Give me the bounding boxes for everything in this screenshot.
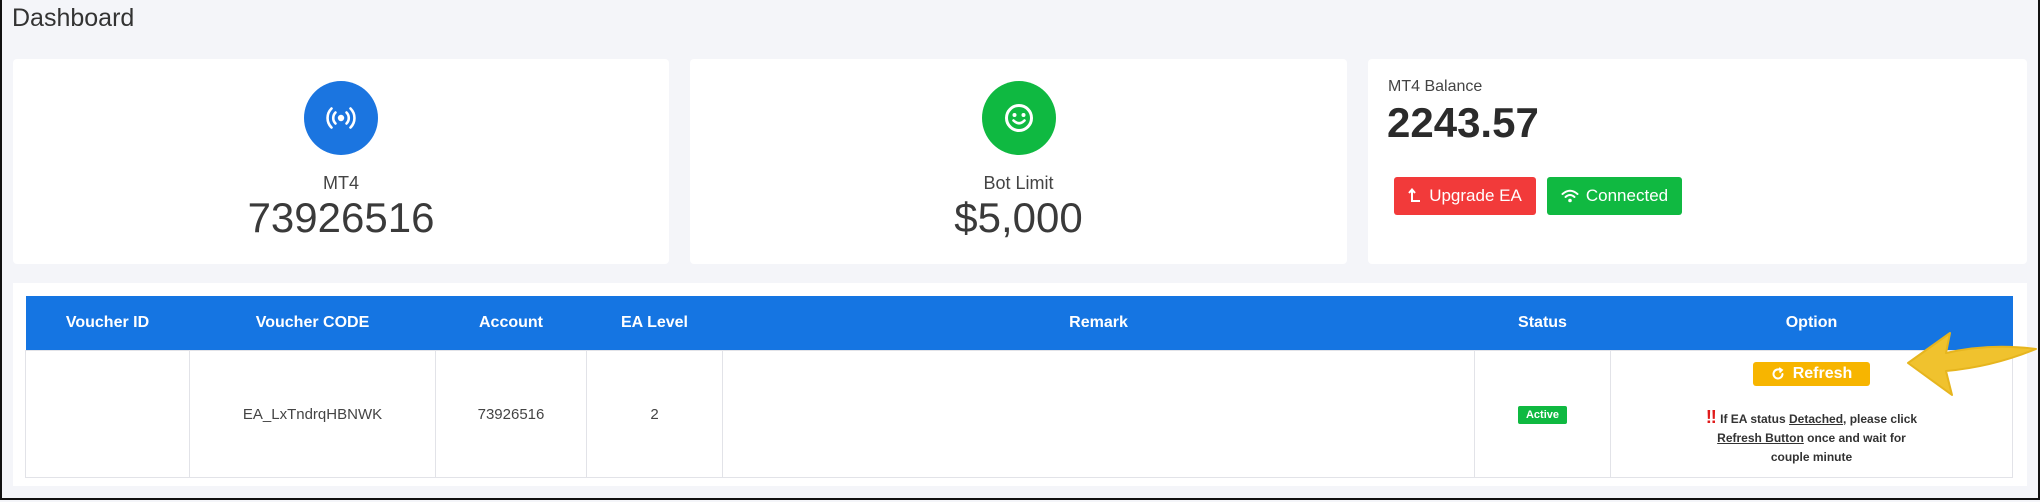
broadcast-icon: [304, 81, 378, 155]
upgrade-ea-label: Upgrade EA: [1429, 186, 1522, 205]
balance-value: 2243.57: [1387, 99, 1539, 146]
note-detached: Detached: [1789, 411, 1844, 426]
page-title: Dashboard: [12, 4, 135, 32]
upgrade-arrow-icon: [1408, 188, 1421, 202]
header-voucher-id: Voucher ID: [25, 296, 190, 351]
mt4-account-number: 73926516: [247, 194, 435, 241]
header-status: Status: [1474, 296, 1611, 351]
header-voucher-code: Voucher CODE: [189, 296, 436, 351]
cell-voucher-id: [25, 350, 190, 478]
wifi-icon: [1561, 189, 1579, 203]
connected-label: Connected: [1585, 186, 1669, 205]
refresh-label: Refresh: [1792, 364, 1853, 382]
mt4-card: MT4 73926516: [13, 59, 669, 264]
note-refresh-button-link: Refresh Button: [1717, 430, 1804, 445]
note-mid: , please click: [1843, 411, 1918, 426]
header-remark: Remark: [722, 296, 1475, 351]
cell-status: Active: [1474, 350, 1611, 478]
bot-limit-card: Bot Limit $5,000: [690, 59, 1347, 264]
cell-remark: [722, 350, 1475, 478]
header-account: Account: [435, 296, 587, 351]
detached-note: ‼ If EA status Detached, please click Re…: [1697, 406, 1927, 467]
voucher-table: Voucher ID Voucher CODE Account EA Level…: [25, 296, 2013, 478]
bot-limit-label: Bot Limit: [983, 173, 1054, 193]
bot-limit-value: $5,000: [954, 194, 1083, 241]
upgrade-ea-button[interactable]: Upgrade EA: [1394, 177, 1536, 215]
annotation-arrow-icon: [1907, 332, 2037, 396]
smile-icon: [981, 81, 1056, 155]
table-row: EA_LxTndrqHBNWK 73926516 2 Active Refres…: [25, 350, 2013, 478]
cell-ea-level: 2: [586, 350, 723, 478]
balance-card: MT4 Balance 2243.57 Upgrade EA Connected: [1368, 59, 2027, 264]
mt4-label: MT4: [323, 173, 359, 193]
warning-exclamation-icon: ‼: [1705, 406, 1717, 427]
cell-voucher-code: EA_LxTndrqHBNWK: [189, 350, 436, 478]
balance-label: MT4 Balance: [1388, 78, 1483, 95]
refresh-button[interactable]: Refresh: [1752, 361, 1871, 386]
status-badge: Active: [1517, 405, 1568, 424]
table-header-row: Voucher ID Voucher CODE Account EA Level…: [25, 296, 2013, 351]
refresh-icon: [1772, 366, 1784, 379]
cell-account: 73926516: [435, 350, 587, 478]
connected-button[interactable]: Connected: [1547, 177, 1682, 215]
voucher-table-panel: Voucher ID Voucher CODE Account EA Level…: [13, 283, 2027, 486]
note-prefix: If EA status: [1720, 411, 1790, 426]
header-ea-level: EA Level: [586, 296, 723, 351]
